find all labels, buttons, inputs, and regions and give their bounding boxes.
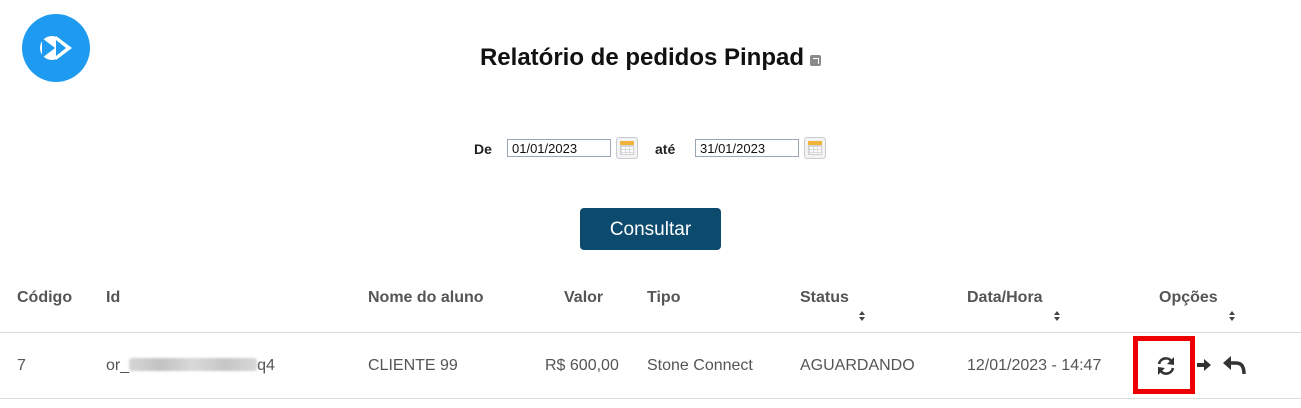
date-filter: De até [0,137,1301,161]
calendar-icon[interactable] [804,137,826,159]
consultar-button[interactable]: Consultar [580,208,721,250]
column-header-status[interactable]: Status [800,289,849,307]
cell-id: or_ q4 [106,357,275,375]
column-header-tipo[interactable]: Tipo [647,289,680,307]
sort-icon[interactable] [1228,311,1236,323]
row-divider [0,398,1301,399]
from-label: De [474,141,492,157]
column-header-data-hora[interactable]: Data/Hora [967,289,1043,307]
cell-nome: CLIENTE 99 [368,357,458,374]
from-date-input[interactable] [507,139,611,157]
page-title: Relatório de pedidos Pinpad [479,44,805,71]
cell-status: AGUARDANDO [800,357,915,374]
cell-codigo: 7 [17,357,26,374]
id-prefix: or_ [106,357,130,374]
external-link-icon[interactable] [810,55,822,66]
column-header-codigo[interactable]: Código [17,289,72,307]
id-suffix: q4 [257,357,275,374]
redacted-id [129,358,258,371]
header-divider [0,332,1301,333]
column-header-opcoes: Opções [1159,289,1218,306]
calendar-icon[interactable] [616,137,638,159]
cell-tipo: Stone Connect [647,357,753,374]
to-date-input[interactable] [695,139,799,157]
reply-icon[interactable] [1222,355,1246,375]
cell-valor: R$ 600,00 [545,357,619,374]
cell-data-hora: 12/01/2023 - 14:47 [967,357,1102,374]
refresh-icon[interactable] [1155,355,1177,377]
arrow-right-icon[interactable] [1196,357,1212,373]
sort-icon[interactable] [1053,311,1061,323]
sort-icon[interactable] [858,311,866,323]
column-header-nome[interactable]: Nome do aluno [368,289,484,307]
column-header-id[interactable]: Id [106,289,120,307]
to-label: até [655,141,676,157]
page-header: Relatório de pedidos Pinpad [0,44,1301,72]
column-header-valor[interactable]: Valor [564,289,603,307]
